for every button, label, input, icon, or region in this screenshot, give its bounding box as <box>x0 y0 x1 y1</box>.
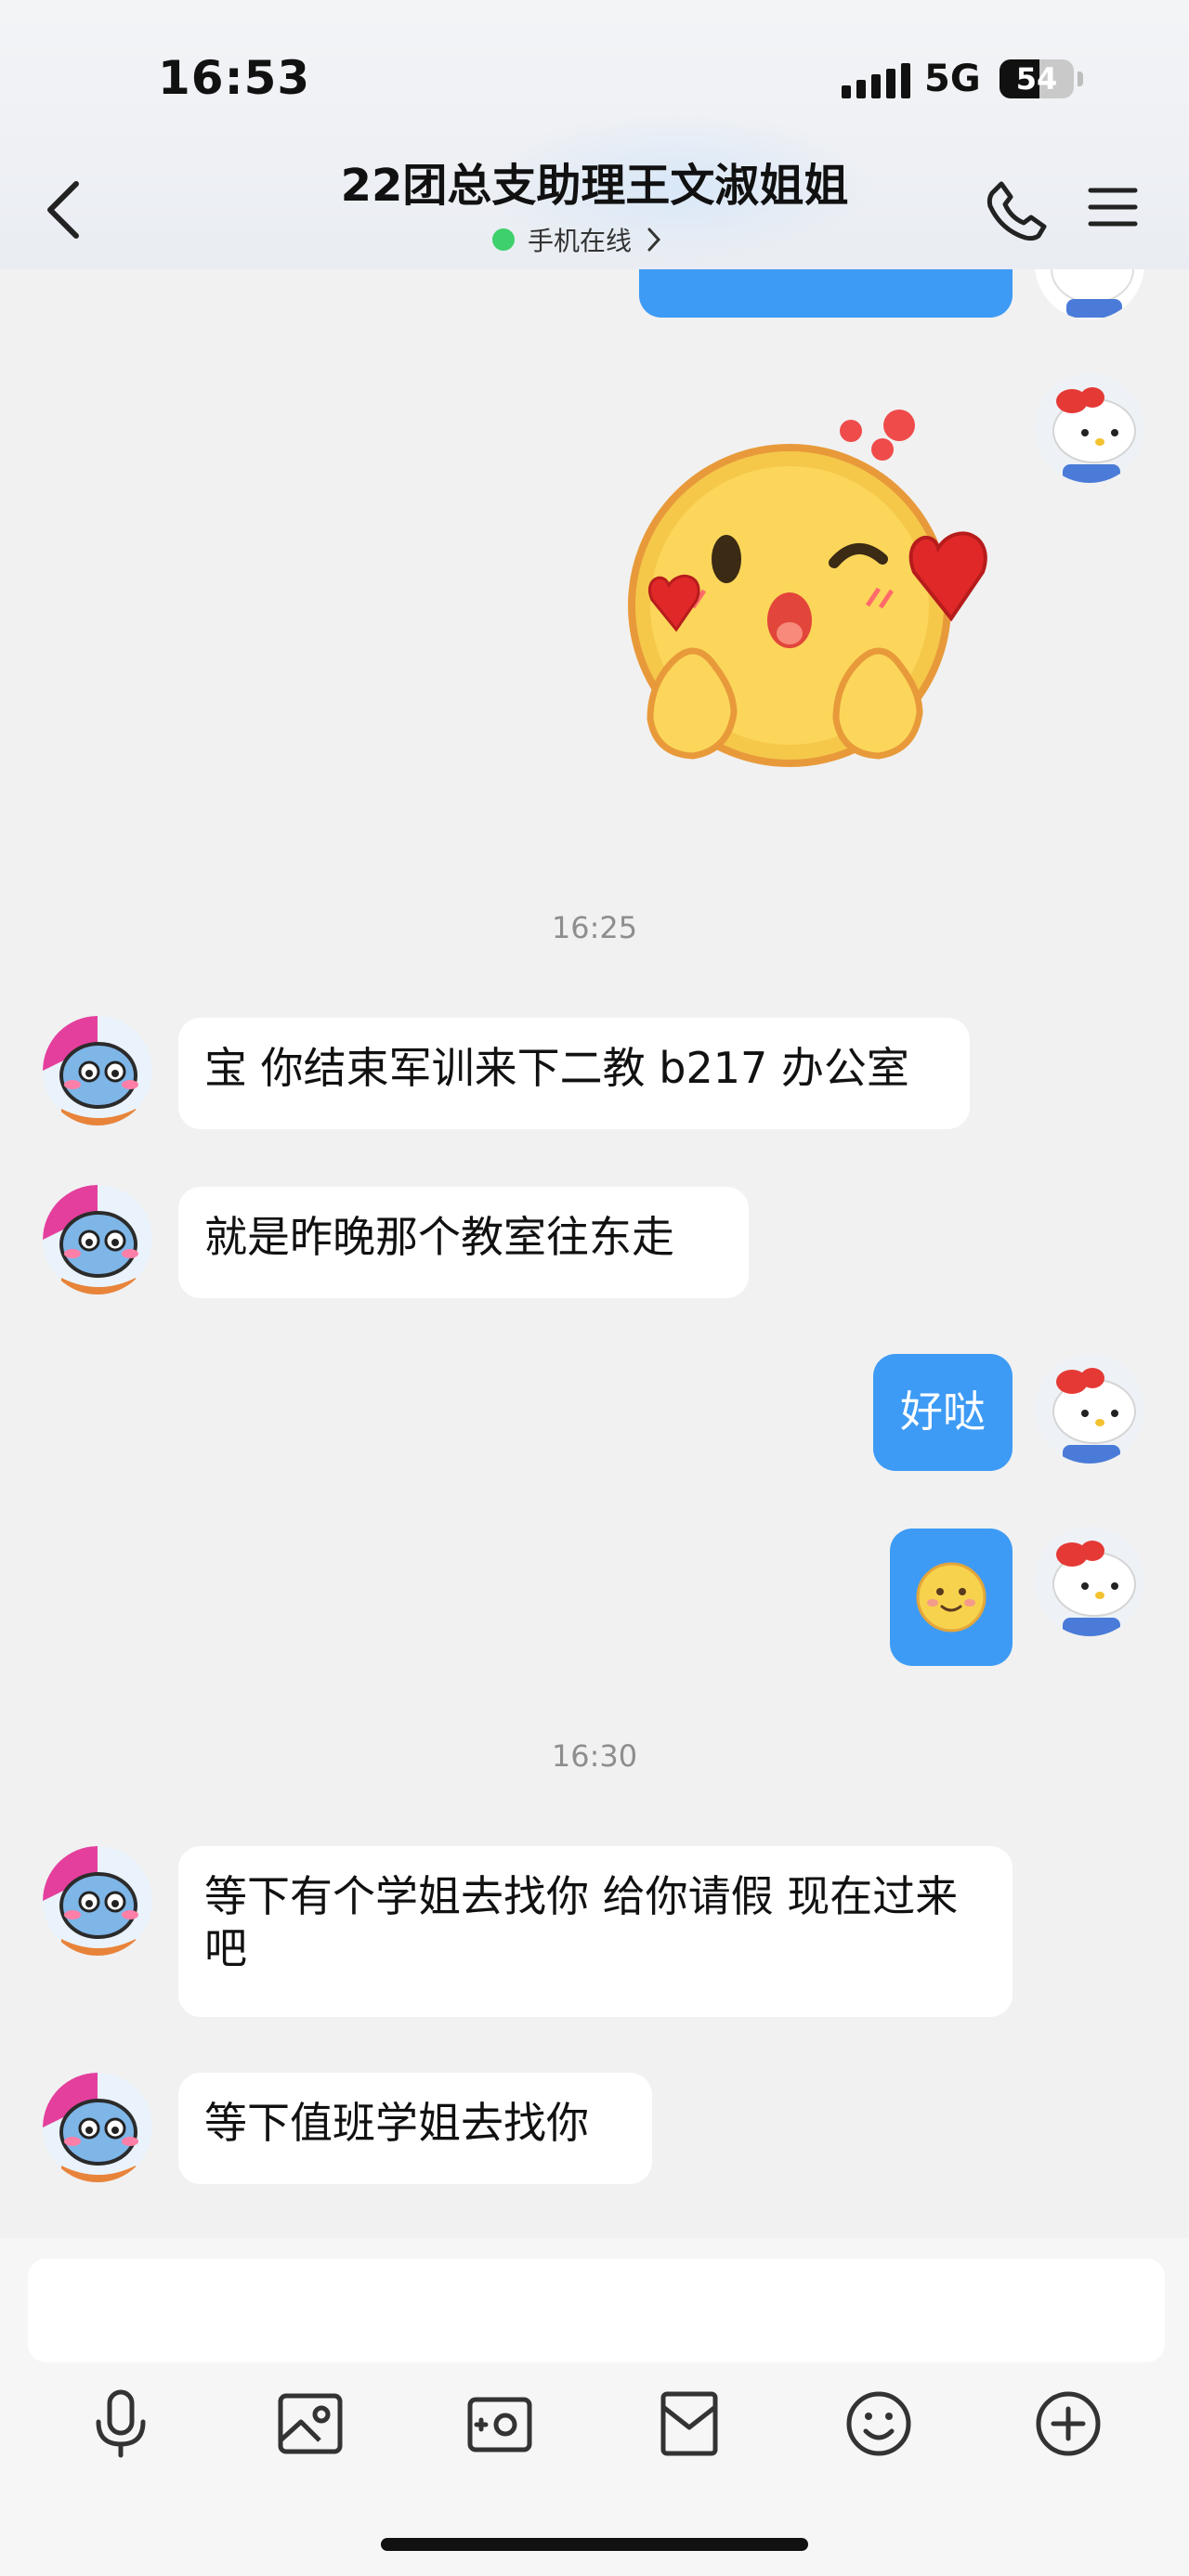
message-bubble[interactable]: 等下有个学姐去找你 给你请假 现在过来吧 <box>178 1846 1013 2017</box>
contact-avatar[interactable] <box>43 1016 152 1125</box>
online-dot-icon <box>492 228 515 251</box>
message-bubble[interactable]: 好哒 <box>873 1354 1013 1471</box>
hamburger-icon <box>1088 188 1138 227</box>
phone-icon <box>986 181 1047 241</box>
status-time: 16:53 <box>158 51 311 105</box>
message-bubble[interactable]: 等下值班学姐去找你 <box>178 2073 652 2184</box>
emoji-message-bubble[interactable] <box>890 1529 1013 1666</box>
my-avatar[interactable] <box>1035 1527 1144 1636</box>
back-button[interactable] <box>37 176 93 241</box>
microphone-icon <box>96 2389 146 2458</box>
smiling-face-icon <box>916 1562 986 1633</box>
chat-header: 16:53 5G 54 22团总支助理王文淑姐姐 手机在线 <box>0 0 1189 269</box>
emoji-icon <box>846 2391 911 2456</box>
home-indicator[interactable] <box>381 2538 808 2551</box>
menu-button[interactable] <box>1087 181 1139 233</box>
chevron-left-icon <box>47 181 79 239</box>
my-avatar[interactable] <box>1035 1354 1144 1464</box>
camera-icon <box>467 2397 532 2452</box>
battery-tip <box>1078 72 1083 86</box>
voice-button[interactable] <box>84 2387 158 2461</box>
contact-avatar[interactable] <box>43 1185 152 1295</box>
battery-percent: 54 <box>1015 61 1058 97</box>
wink-heart-sticker[interactable] <box>613 390 1022 789</box>
my-avatar[interactable] <box>1035 373 1144 483</box>
call-button[interactable] <box>985 176 1050 241</box>
message-input[interactable] <box>28 2258 1165 2362</box>
presence-label: 手机在线 <box>528 226 633 256</box>
red-packet-icon <box>660 2391 718 2456</box>
contact-avatar[interactable] <box>43 1846 152 1956</box>
contact-avatar[interactable] <box>43 2073 152 2182</box>
battery-icon: 54 <box>1000 59 1074 98</box>
message-bubble[interactable]: 就是昨晚那个教室往东走 <box>178 1187 749 1298</box>
red-packet-button[interactable] <box>652 2387 726 2461</box>
network-type: 5G <box>924 58 981 100</box>
presence-status[interactable]: 手机在线 <box>492 221 663 258</box>
message-list[interactable]: 16:25 宝 你结束军训来下二教 b217 办公室 就是昨晚那个教室往东走 好… <box>0 0 1189 2238</box>
timestamp: 16:25 <box>551 910 638 945</box>
plus-icon <box>1036 2391 1101 2456</box>
image-icon <box>278 2393 343 2454</box>
message-bubble[interactable]: 宝 你结束军训来下二教 b217 办公室 <box>178 1018 970 1129</box>
timestamp: 16:30 <box>551 1738 638 1774</box>
signal-icon <box>842 61 910 98</box>
chevron-right-icon <box>647 228 661 252</box>
photo-button[interactable] <box>273 2387 347 2461</box>
chat-title: 22团总支助理王文淑姐姐 <box>340 160 849 212</box>
more-button[interactable] <box>1031 2387 1105 2461</box>
emoji-button[interactable] <box>842 2387 916 2461</box>
camera-button[interactable] <box>463 2387 537 2461</box>
